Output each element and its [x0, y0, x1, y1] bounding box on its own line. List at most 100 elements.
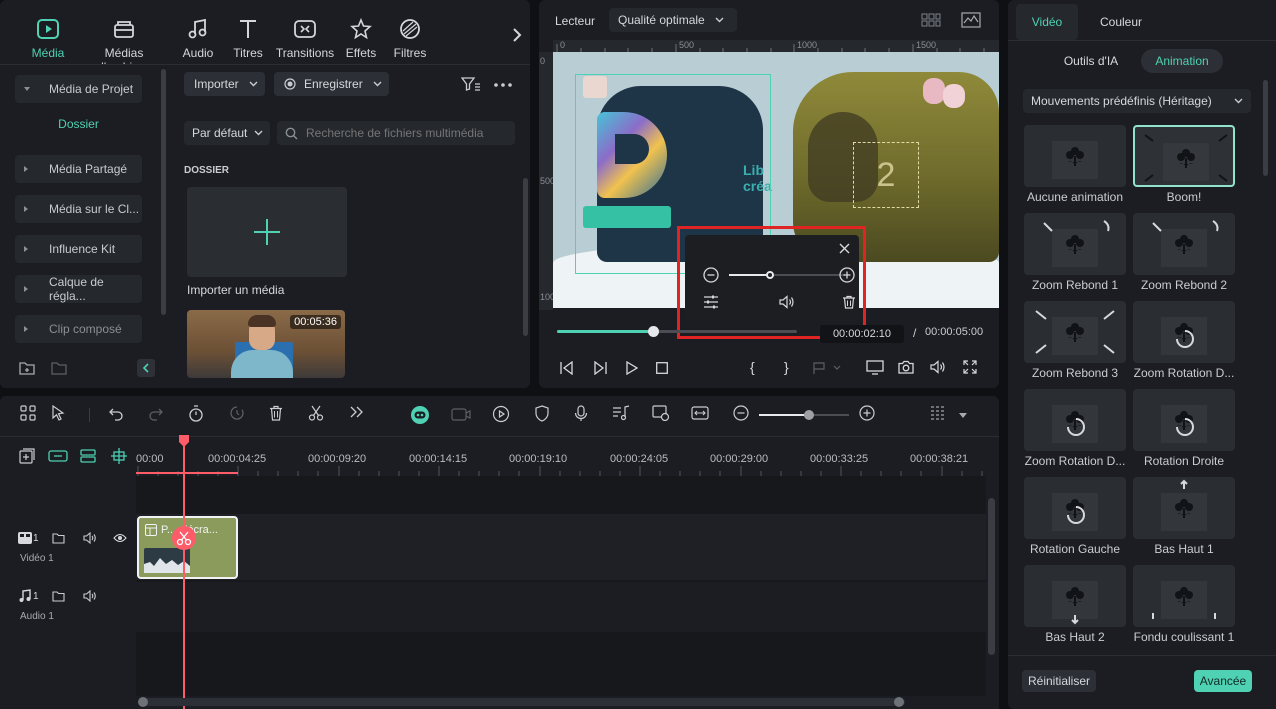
tab-media[interactable]: Média: [18, 18, 78, 60]
player-volume-icon[interactable]: [930, 360, 946, 374]
tab-color[interactable]: Couleur: [1090, 4, 1152, 40]
advanced-button[interactable]: Avancée: [1194, 670, 1252, 692]
prev-frame-icon[interactable]: [559, 361, 575, 375]
tab-transitions[interactable]: Transitions: [275, 18, 335, 60]
snapshot-icon[interactable]: [898, 360, 914, 374]
add-track-icon[interactable]: [19, 448, 35, 464]
adjust-sliders-icon[interactable]: [703, 295, 719, 309]
subtab-animation[interactable]: Animation: [1141, 49, 1223, 73]
right-panel-scrollbar[interactable]: [1263, 80, 1268, 176]
display-icon[interactable]: [866, 360, 884, 375]
remove-folder-icon[interactable]: [51, 361, 67, 375]
video-track-lane[interactable]: [136, 514, 986, 580]
sidebar-item-compound-clip[interactable]: Clip composé: [15, 315, 142, 343]
animation-preset-card[interactable]: [1024, 125, 1126, 187]
sidebar-item-influence-kit[interactable]: Influence Kit: [15, 235, 142, 263]
quality-dropdown[interactable]: Qualité optimale: [609, 8, 737, 32]
microphone-icon[interactable]: [574, 405, 594, 425]
subtab-ai-tools[interactable]: Outils d'IA: [1056, 50, 1126, 72]
volume-slider-track[interactable]: [729, 271, 845, 279]
track-volume-icon[interactable]: [83, 532, 97, 544]
filter-sort-icon[interactable]: [461, 76, 481, 92]
sidebar-item-adjustment-layer[interactable]: Calque de régla...: [15, 275, 142, 303]
collapse-sidebar-button[interactable]: [137, 359, 155, 377]
tab-video[interactable]: Vidéo: [1016, 4, 1078, 40]
search-input[interactable]: [306, 126, 506, 140]
progress-knob[interactable]: [648, 326, 659, 337]
more-options-icon[interactable]: [494, 83, 512, 87]
hscroll-left-knob[interactable]: [138, 697, 148, 707]
mark-in-icon[interactable]: {: [750, 359, 755, 375]
zoom-slider-knob[interactable]: [803, 410, 814, 420]
shield-icon[interactable]: [534, 405, 554, 425]
layout-grid-icon[interactable]: [20, 405, 40, 425]
next-frame-icon[interactable]: [592, 361, 608, 375]
sidebar-scrollbar[interactable]: [161, 69, 166, 315]
eye-icon[interactable]: [113, 533, 127, 543]
progress-track[interactable]: [557, 326, 797, 337]
animation-preset-card[interactable]: [1133, 477, 1235, 539]
more-tools-icon[interactable]: [350, 405, 370, 425]
timeline-vscroll[interactable]: [988, 498, 995, 655]
volume-plus-icon[interactable]: [839, 267, 855, 283]
trash-icon[interactable]: [842, 295, 856, 309]
playhead-handle[interactable]: [178, 434, 190, 448]
animation-preset-card[interactable]: [1133, 389, 1235, 451]
new-folder-icon[interactable]: [19, 361, 35, 375]
audio-track-lane[interactable]: [136, 582, 986, 632]
undo-icon[interactable]: [108, 405, 128, 425]
animation-preset-card[interactable]: [1024, 477, 1126, 539]
speed-timer-icon[interactable]: [188, 405, 208, 425]
music-list-icon[interactable]: [612, 405, 632, 425]
redo-icon[interactable]: [148, 405, 168, 425]
sidebar-item-project-media[interactable]: Média de Projet: [15, 75, 142, 103]
delete-icon[interactable]: [269, 405, 289, 425]
animation-preset-card[interactable]: [1133, 213, 1235, 275]
animation-preset-card[interactable]: [1024, 213, 1126, 275]
grid-view-icon[interactable]: [921, 13, 941, 27]
animation-preset-card[interactable]: [1133, 565, 1235, 627]
ai-camera-icon[interactable]: [451, 405, 471, 425]
chevron-right-icon[interactable]: [512, 28, 522, 42]
zoom-in-icon[interactable]: [859, 405, 879, 425]
track-manager-icon[interactable]: [80, 448, 96, 464]
search-box[interactable]: [277, 121, 515, 145]
tab-filters[interactable]: Filtres: [380, 18, 440, 60]
animation-preset-card[interactable]: [1133, 301, 1235, 363]
fullscreen-icon[interactable]: [963, 360, 977, 374]
animation-preset-card[interactable]: [1024, 389, 1126, 451]
close-icon[interactable]: [839, 243, 850, 254]
snap-icon[interactable]: [110, 447, 128, 465]
track-volume-icon[interactable]: [83, 590, 97, 602]
record-button[interactable]: Enregistrer: [274, 72, 389, 96]
chevron-down-icon[interactable]: [959, 413, 967, 418]
animation-preset-card[interactable]: [1024, 301, 1126, 363]
hscroll-right-knob[interactable]: [894, 697, 904, 707]
scissors-icon[interactable]: [308, 405, 328, 425]
animation-preset-card[interactable]: [1024, 565, 1126, 627]
scope-icon[interactable]: [961, 12, 981, 28]
split-scissors-icon[interactable]: [172, 526, 196, 550]
ai-robot-icon[interactable]: [410, 405, 430, 425]
tab-titles[interactable]: Titres: [218, 18, 278, 60]
zoom-out-icon[interactable]: [733, 405, 753, 425]
lock-folder-icon[interactable]: [52, 532, 65, 544]
animation-preset-card[interactable]: [1133, 125, 1235, 187]
link-icon[interactable]: [48, 449, 68, 463]
volume-minus-icon[interactable]: [703, 267, 719, 283]
import-media-tile[interactable]: [187, 187, 347, 277]
mark-out-icon[interactable]: }: [784, 359, 789, 375]
select-pointer-icon[interactable]: [51, 405, 71, 425]
media-scrollbar[interactable]: [523, 178, 528, 336]
lock-folder-icon[interactable]: [52, 590, 65, 602]
sort-dropdown[interactable]: Par défaut: [184, 121, 270, 145]
auto-ripple-icon[interactable]: [229, 405, 249, 425]
stop-icon[interactable]: [656, 362, 668, 374]
fit-width-icon[interactable]: [691, 405, 711, 425]
sidebar-item-cloud-media[interactable]: Média sur le Cl...: [15, 195, 142, 223]
import-button[interactable]: Importer: [184, 72, 265, 96]
zoom-slider-track[interactable]: [759, 410, 849, 420]
timeline-hscroll[interactable]: [138, 697, 905, 707]
reset-button[interactable]: Réinitialiser: [1022, 670, 1096, 692]
preset-dropdown[interactable]: Mouvements prédéfinis (Héritage): [1023, 89, 1251, 113]
